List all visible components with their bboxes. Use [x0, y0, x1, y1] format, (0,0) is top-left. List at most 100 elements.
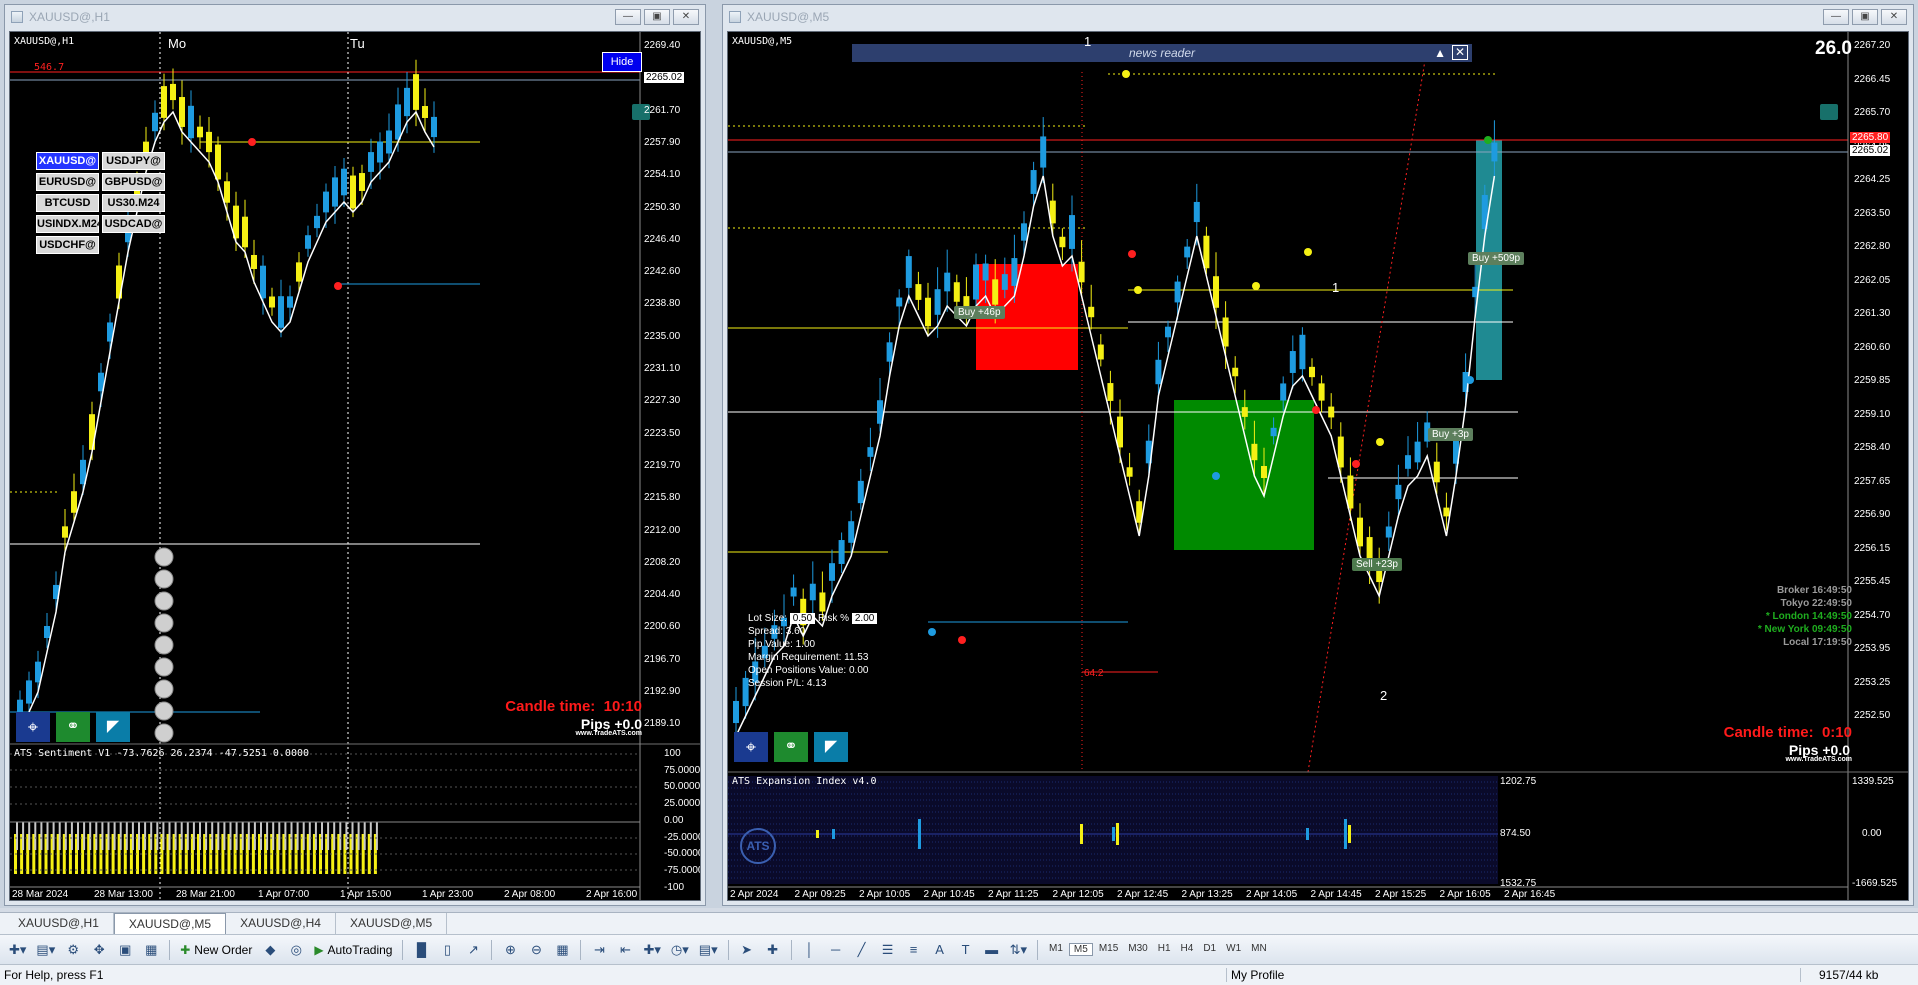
candle-body — [1001, 274, 1008, 290]
symbol-button[interactable]: BTCUSD — [36, 194, 99, 212]
price-chart-m5[interactable]: XAUUSD@,M5 news reader ▲ ✕ 26.0 2267.20 2… — [727, 31, 1909, 901]
navigator-icon[interactable]: ✥ — [88, 939, 110, 961]
fibonacci-icon[interactable]: ≡ — [903, 939, 925, 961]
cursor-icon[interactable]: ➤ — [736, 939, 758, 961]
chart-image-tool-icon[interactable]: ◤ — [96, 712, 130, 742]
tile-windows-icon[interactable]: ▦ — [551, 939, 573, 961]
close-icon[interactable]: ✕ — [1452, 45, 1468, 60]
autoscroll-icon[interactable]: ⇥ — [588, 939, 610, 961]
minimize-button[interactable]: — — [1823, 9, 1849, 25]
candle-body — [1443, 507, 1450, 517]
timeframe-button[interactable]: H4 — [1177, 943, 1198, 956]
expansion-bar — [1348, 825, 1351, 843]
chart-symbol-label: XAUUSD@,H1 — [14, 36, 75, 47]
candle-body — [332, 177, 338, 207]
sentiment-bar-gray — [125, 822, 128, 850]
market-watch-icon[interactable]: ⚙ — [62, 939, 84, 961]
window-titlebar[interactable]: XAUUSD@,M5 — [723, 5, 1913, 29]
close-button[interactable]: ✕ — [1881, 9, 1907, 25]
text-icon[interactable]: A — [929, 939, 951, 961]
vertical-line-icon[interactable]: │ — [799, 939, 821, 961]
price-tick-label: 2219.70 — [644, 459, 681, 471]
window-titlebar[interactable]: XAUUSD@,H1 — [5, 5, 705, 29]
periods-icon[interactable]: ◷▾ — [668, 939, 692, 961]
timeframe-button[interactable]: M5 — [1068, 943, 1093, 956]
chart-tab[interactable]: XAUUSD@,M5 — [336, 913, 448, 934]
timeframe-button[interactable]: W1 — [1222, 943, 1245, 956]
symbol-button[interactable]: US30.M24 — [102, 194, 165, 212]
label-icon[interactable]: ▬ — [981, 939, 1003, 961]
templates-icon[interactable]: ▤▾ — [696, 939, 721, 961]
chart-tab[interactable]: XAUUSD@,H4 — [226, 913, 336, 934]
terminal-icon[interactable]: ▣ — [114, 939, 136, 961]
horizontal-line-icon[interactable]: ─ — [825, 939, 847, 961]
timeframe-button[interactable]: M1 — [1045, 943, 1067, 956]
timeframe-button[interactable]: M30 — [1124, 943, 1151, 956]
lot-size-input[interactable]: 0.50 — [789, 613, 816, 624]
zoom-out-icon[interactable]: ⊖ — [525, 939, 547, 961]
timeframe-button[interactable]: M15 — [1095, 943, 1122, 956]
candle-body — [1059, 236, 1066, 248]
crosshair-icon[interactable]: ✚ — [762, 939, 784, 961]
minimize-button[interactable]: — — [615, 9, 641, 25]
collapse-icon[interactable]: ▲ — [1434, 44, 1446, 62]
maximize-button[interactable]: ▣ — [1852, 9, 1878, 25]
symbol-button[interactable]: XAUUSD@ — [36, 152, 99, 170]
chart-window-m5[interactable]: XAUUSD@,M5 — ▣ ✕ XAUUSD@,M5 news reader … — [722, 4, 1914, 906]
hide-button[interactable]: Hide — [602, 52, 642, 72]
candle-body — [197, 126, 203, 138]
news-reader-bar[interactable]: news reader ▲ ✕ — [852, 44, 1472, 62]
symbol-button[interactable]: USINDX.M24 — [36, 215, 103, 233]
profiles-icon[interactable]: ▤▾ — [33, 939, 58, 961]
candle-body — [944, 272, 951, 292]
autotrading-button[interactable]: ▶ AutoTrading — [311, 939, 395, 961]
close-button[interactable]: ✕ — [673, 9, 699, 25]
link-tool-icon[interactable]: ⚭ — [774, 732, 808, 762]
price-chart-h1[interactable]: XAUUSD@,H1 546.7 Mo Tu Hide XAUUSD@ USDJP… — [9, 31, 701, 901]
symbol-button[interactable]: USDCAD@ — [102, 215, 165, 233]
red-note-label: 64.2 — [1084, 668, 1104, 679]
chart-shift-icon[interactable]: ⇤ — [614, 939, 636, 961]
equidistant-channel-icon[interactable]: ☰ — [877, 939, 899, 961]
profile-label[interactable]: My Profile — [1226, 968, 1284, 982]
crosshair-tool-icon[interactable]: ⌖ — [734, 732, 768, 762]
symbol-button[interactable]: USDCHF@ — [36, 236, 99, 254]
timeframe-button[interactable]: D1 — [1199, 943, 1220, 956]
line-chart-icon[interactable]: ↗ — [462, 939, 484, 961]
candle-body — [1078, 261, 1085, 283]
price-tick-label: 2263.50 — [1854, 207, 1891, 219]
tester-icon[interactable]: ▦ — [140, 939, 162, 961]
chart-window-h1[interactable]: XAUUSD@,H1 — ▣ ✕ XAUUSD@,H1 546.7 Mo Tu … — [4, 4, 706, 906]
signal-dot — [1466, 376, 1474, 384]
trendline-icon[interactable]: ╱ — [851, 939, 873, 961]
chart-image-tool-icon[interactable]: ◤ — [814, 732, 848, 762]
symbol-button[interactable]: USDJPY@ — [102, 152, 165, 170]
candle-body — [404, 87, 410, 117]
new-order-button[interactable]: ✚ New Order — [177, 939, 255, 961]
chart-tab[interactable]: XAUUSD@,M5 — [113, 913, 227, 934]
chart-tab[interactable]: XAUUSD@,H1 — [4, 913, 114, 934]
candle-body — [838, 540, 845, 564]
metaeditor-icon[interactable]: ◆ — [259, 939, 281, 961]
options-icon[interactable]: ◎ — [285, 939, 307, 961]
timeframe-button[interactable]: MN — [1247, 943, 1271, 956]
maximize-button[interactable]: ▣ — [644, 9, 670, 25]
status-bar: For Help, press F1 My Profile 9157/44 kb — [0, 964, 1918, 985]
signal-dot — [1252, 282, 1260, 290]
indicators-icon[interactable]: ✚▾ — [640, 939, 663, 961]
candle-chart-icon[interactable]: ▯ — [436, 939, 458, 961]
new-chart-icon[interactable]: ✚▾ — [6, 939, 29, 961]
chart-tabs: XAUUSD@,H1 XAUUSD@,M5 XAUUSD@,H4 XAUUSD@,M5 — [0, 912, 1918, 934]
text-label-icon[interactable]: T — [955, 939, 977, 961]
crosshair-tool-icon[interactable]: ⌖ — [16, 712, 50, 742]
link-tool-icon[interactable]: ⚭ — [56, 712, 90, 742]
symbol-button[interactable]: GBPUSD@ — [102, 173, 165, 191]
indicator-level-label: 1202.75 — [1500, 776, 1537, 787]
timeframe-button[interactable]: H1 — [1154, 943, 1175, 956]
risk-input[interactable]: 2.00 — [851, 613, 878, 624]
sentiment-bar-gray — [278, 822, 281, 850]
bar-chart-icon[interactable]: █ — [410, 939, 432, 961]
zoom-in-icon[interactable]: ⊕ — [499, 939, 521, 961]
symbol-button[interactable]: EURUSD@ — [36, 173, 99, 191]
arrows-icon[interactable]: ⇅▾ — [1007, 939, 1030, 961]
